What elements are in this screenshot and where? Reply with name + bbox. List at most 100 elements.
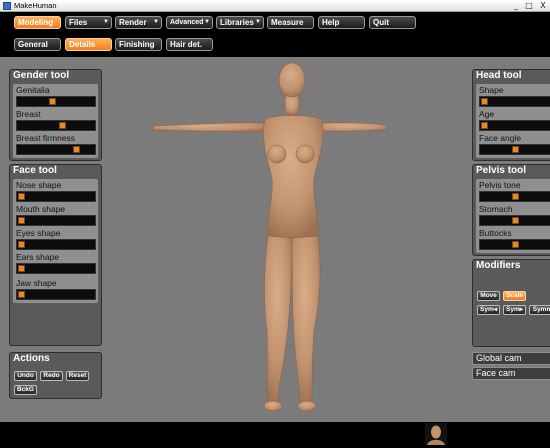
left-foot (263, 400, 283, 412)
slider-mouth-shape[interactable] (16, 215, 96, 226)
head-tool-body: Shape Age Face angle (476, 84, 550, 158)
symmetry-left-button[interactable]: Sym◂ (477, 305, 500, 315)
tab-measure[interactable]: Measure (267, 16, 314, 29)
slider-face-angle[interactable] (479, 144, 550, 155)
tab-label: Render (119, 18, 147, 27)
reset-button[interactable]: Reset (66, 371, 89, 381)
dropdown-arrow-icon: ▼ (255, 19, 261, 25)
slider-thumb[interactable] (73, 146, 81, 153)
slider-label-jaw-shape: Jaw shape (16, 278, 57, 288)
slider-thumb[interactable] (18, 241, 25, 248)
gender-tool-panel: Gender tool Genitalia Breast Breast firm… (9, 69, 102, 161)
slider-label-stomach: Stomach (479, 204, 513, 214)
tab-advanced[interactable]: Advanced ▼ (166, 16, 213, 29)
panel-title: Pelvis tool (476, 165, 527, 176)
tab-label: Libraries (220, 18, 254, 27)
slider-thumb[interactable] (512, 146, 520, 153)
neck (284, 94, 300, 116)
tab-libraries[interactable]: Libraries ▼ (216, 16, 264, 29)
redo-button[interactable]: Redo (40, 371, 63, 381)
slider-thumb[interactable] (18, 217, 25, 224)
slider-thumb[interactable] (18, 193, 25, 200)
sub-tab-bar: General Details Finishing Hair det. (0, 33, 550, 57)
slider-buttocks[interactable] (479, 239, 550, 250)
maximize-button[interactable]: □ (524, 1, 534, 10)
slider-label-genitalia: Genitalia (16, 85, 50, 95)
subtab-label: Details (69, 40, 96, 49)
scale-button[interactable]: Scale (503, 291, 526, 301)
slider-thumb[interactable] (18, 265, 25, 272)
window-titlebar: MakeHuman _ □ X (0, 0, 550, 12)
slider-label-nose-shape: Nose shape (16, 180, 62, 190)
global-camera-button[interactable]: Global cam (472, 352, 550, 365)
slider-thumb[interactable] (59, 122, 67, 129)
modifiers-panel: Modifiers Move Scale Sym◂ Sym▸ Symm (472, 259, 550, 347)
tab-render[interactable]: Render ▼ (115, 16, 162, 29)
symmetry-button[interactable]: Symm (529, 305, 550, 315)
tab-label: Modeling (18, 18, 54, 27)
slider-thumb[interactable] (512, 193, 520, 200)
right-leg (291, 235, 321, 403)
minimize-button[interactable]: _ (511, 1, 521, 10)
tab-quit[interactable]: Quit (369, 16, 416, 29)
subtab-label: General (18, 40, 48, 49)
slider-label-buttocks: Buttocks (479, 228, 512, 238)
background-button[interactable]: BckG (14, 385, 37, 395)
left-arm (151, 122, 271, 133)
slider-pelvis-tone[interactable] (479, 191, 550, 202)
slider-breast[interactable] (16, 120, 96, 131)
slider-thumb[interactable] (18, 291, 25, 298)
slider-thumb[interactable] (512, 241, 520, 248)
slider-eyes-shape[interactable] (16, 239, 96, 250)
tab-help[interactable]: Help (318, 16, 365, 29)
face-camera-button[interactable]: Face cam (472, 367, 550, 380)
subtab-general[interactable]: General (14, 38, 61, 51)
slider-breast-firmness[interactable] (16, 144, 96, 155)
panel-title: Face tool (13, 165, 57, 176)
slider-age[interactable] (479, 120, 550, 131)
avatar-thumbnail-icon[interactable] (425, 423, 447, 445)
slider-nose-shape[interactable] (16, 191, 96, 202)
tab-label: Help (322, 18, 340, 27)
slider-label-age: Age (479, 109, 495, 119)
tab-files[interactable]: Files ▼ (65, 16, 112, 29)
tab-label: Advanced (170, 19, 204, 26)
head (278, 62, 306, 98)
slider-label-pelvis-tone: Pelvis tone (479, 180, 521, 190)
actions-panel: Actions Undo Redo Reset BckG (9, 352, 102, 399)
slider-label-eyes-shape: Eyes shape (16, 228, 61, 238)
slider-thumb[interactable] (481, 122, 488, 129)
face-tool-body: Nose shape Mouth shape Eyes shape Ears s… (13, 179, 98, 303)
torso (263, 115, 324, 239)
right-breast (295, 144, 315, 164)
right-foot (297, 400, 317, 412)
slider-genitalia[interactable] (16, 96, 96, 107)
human-model-viewport[interactable] (150, 60, 390, 416)
panel-title: Gender tool (13, 70, 70, 81)
symmetry-right-button[interactable]: Sym▸ (503, 305, 526, 315)
undo-button[interactable]: Undo (14, 371, 37, 381)
subtab-details[interactable]: Details (65, 38, 112, 51)
gender-tool-body: Genitalia Breast Breast firmness (13, 84, 98, 158)
slider-label-mouth-shape: Mouth shape (16, 204, 66, 214)
slider-stomach[interactable] (479, 215, 550, 226)
pelvis-tool-body: Pelvis tone Stomach Buttocks (476, 179, 550, 253)
bottom-bar (0, 422, 550, 448)
head-tool-panel: Head tool Shape Age Face angle (472, 69, 550, 161)
panel-title: Modifiers (476, 260, 521, 271)
tab-label: Measure (271, 18, 304, 27)
tab-modeling[interactable]: Modeling (14, 16, 61, 29)
slider-label-face-angle: Face angle (479, 133, 522, 143)
slider-thumb[interactable] (512, 217, 520, 224)
slider-jaw-shape[interactable] (16, 289, 96, 300)
move-button[interactable]: Move (477, 291, 500, 301)
slider-thumb[interactable] (49, 98, 57, 105)
subtab-finishing[interactable]: Finishing (115, 38, 162, 51)
subtab-hair-details[interactable]: Hair det. (166, 38, 213, 51)
dropdown-arrow-icon: ▼ (204, 19, 210, 25)
slider-head-shape[interactable] (479, 96, 550, 107)
slider-thumb[interactable] (481, 98, 488, 105)
dropdown-arrow-icon: ▼ (153, 19, 159, 25)
close-button[interactable]: X (538, 1, 548, 10)
slider-ears-shape[interactable] (16, 263, 96, 274)
